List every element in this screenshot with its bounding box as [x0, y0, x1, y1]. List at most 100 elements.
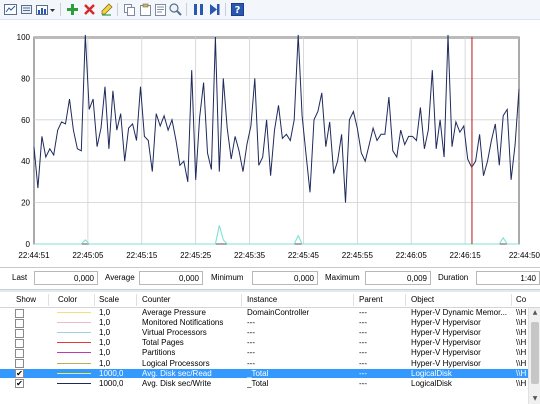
column-instance[interactable]: Instance — [247, 295, 277, 304]
counter-name: Average Pressure — [142, 308, 206, 317]
column-scale[interactable]: Scale — [99, 295, 119, 304]
counter-instance: --- — [247, 328, 255, 338]
help-icon: ? — [231, 3, 244, 16]
counter-computer: \\H — [516, 308, 527, 317]
graph-type-icon — [36, 5, 55, 15]
counter-scale: 1000,0 — [99, 368, 124, 378]
scroll-up-icon[interactable]: ▲ — [529, 308, 540, 318]
column-color[interactable]: Color — [58, 295, 77, 304]
view-graph-button[interactable] — [3, 2, 18, 17]
maximum-value: 0,009 — [365, 271, 431, 285]
counter-row[interactable]: 1,0 Average Pressure DomainController --- Hy… — [0, 308, 528, 318]
minimum-label: Minimum — [211, 273, 244, 282]
counter-instance: --- — [247, 358, 255, 368]
properties-button[interactable] — [153, 2, 168, 17]
delete-x-icon — [84, 4, 95, 15]
show-checkbox[interactable]: ✔ — [15, 369, 24, 379]
statistics-bar: Last 0,000 Average 0,000 Minimum 0,000 M… — [0, 267, 540, 289]
paste-counter-list-button[interactable] — [138, 2, 153, 17]
counter-parent: --- — [359, 318, 367, 328]
counter-color-swatch — [57, 382, 91, 384]
vertical-scrollbar[interactable]: ▲ ▼ — [528, 308, 540, 404]
performance-graph[interactable]: 100 80 60 40 20 0 22:44:51 22:45:05 22:45:15 22:4… — [0, 20, 540, 267]
update-data-button[interactable] — [207, 2, 222, 17]
counter-color-swatch — [57, 372, 91, 374]
show-checkbox[interactable]: ✔ — [15, 379, 24, 389]
counter-row[interactable]: 1,0 Monitored Notifications --- --- Hyper-V … — [0, 318, 528, 328]
paste-icon — [140, 3, 151, 16]
show-checkbox[interactable] — [15, 338, 24, 348]
pause-icon — [194, 4, 203, 15]
duration-value: 1:40 — [476, 271, 540, 285]
scroll-down-icon[interactable]: ▼ — [529, 394, 540, 404]
counter-instance: _Total — [247, 368, 269, 378]
copy-icon — [124, 4, 135, 16]
help-button[interactable]: ? — [230, 2, 245, 17]
clear-display-button[interactable] — [19, 2, 34, 17]
counter-name: Monitored Notifications — [142, 318, 224, 328]
delete-counter-button[interactable] — [82, 2, 97, 17]
x-tick-label: 22:44:50 — [509, 251, 540, 260]
counter-parent: --- — [359, 358, 367, 368]
counter-computer: \\H — [516, 368, 527, 378]
counter-name: Avg. Disk sec/Write — [142, 378, 212, 388]
x-tick-label: 22:44:51 — [18, 251, 50, 260]
add-counter-button[interactable] — [65, 2, 80, 17]
highlight-button[interactable] — [99, 2, 114, 17]
x-tick-label: 22:46:15 — [450, 251, 482, 260]
counter-instance: DomainController — [247, 308, 310, 317]
counter-instance: _Total — [247, 378, 269, 388]
y-tick-label: 100 — [17, 33, 31, 42]
show-checkbox[interactable] — [15, 359, 24, 368]
freeze-display-button[interactable] — [191, 2, 206, 17]
column-object[interactable]: Object — [411, 295, 434, 304]
counter-row[interactable]: 1,0 Partitions --- --- Hyper-V Hypervisor \\H — [0, 348, 528, 358]
counter-row[interactable]: ✔ 1000,0 Avg. Disk sec/Read _Total --- Logica… — [0, 368, 528, 379]
minimum-value: 0,000 — [252, 271, 318, 285]
counter-row[interactable]: 1,0 Total Pages --- --- Hyper-V Hypervisor \\… — [0, 338, 528, 348]
counter-name: Partitions — [142, 348, 176, 358]
plot-top-border — [34, 36, 519, 39]
last-label: Last — [12, 273, 28, 282]
x-tick-label: 22:45:45 — [288, 251, 320, 260]
counter-parent: --- — [359, 328, 367, 338]
counter-row[interactable]: 1,0 Logical Processors --- --- Hyper-V Hyper… — [0, 358, 528, 368]
counter-color-swatch — [57, 322, 91, 324]
counter-object: Hyper-V Hypervisor — [411, 338, 481, 348]
counter-computer: \\H — [516, 358, 527, 368]
zoom-button[interactable] — [168, 2, 183, 17]
counter-object: Hyper-V Hypervisor — [411, 328, 481, 338]
show-checkbox[interactable] — [15, 348, 24, 358]
column-counter[interactable]: Counter — [142, 295, 170, 304]
counter-row[interactable]: ✔ 1000,0 Avg. Disk sec/Write _Total --- Logic… — [0, 379, 528, 389]
y-tick-label: 80 — [21, 74, 30, 83]
counter-object: Hyper-V Hypervisor — [411, 358, 481, 368]
show-checkbox[interactable] — [15, 318, 24, 328]
scroll-thumb[interactable] — [531, 322, 539, 384]
column-computer[interactable]: Co — [516, 295, 526, 304]
counter-scale: 1,0 — [99, 348, 111, 358]
duration-label: Duration — [438, 273, 469, 282]
counter-row[interactable]: 1,0 Virtual Processors --- --- Hyper-V Hyper… — [0, 328, 528, 338]
counter-instance: --- — [247, 318, 255, 328]
counter-scale: 1,0 — [99, 328, 111, 338]
counter-color-swatch — [57, 362, 91, 364]
column-parent[interactable]: Parent — [359, 295, 383, 304]
properties-icon — [155, 4, 166, 16]
change-graph-type-button[interactable] — [35, 2, 57, 17]
copy-properties-button[interactable] — [122, 2, 137, 17]
counter-scale: 1000,0 — [99, 378, 124, 388]
counter-parent: --- — [359, 348, 367, 358]
counter-computer: \\H — [516, 318, 527, 328]
counter-list-header: Show Color Scale Counter Instance Parent… — [0, 292, 540, 308]
x-tick-label: 22:45:25 — [180, 251, 212, 260]
average-value: 0,000 — [139, 271, 203, 285]
counter-instance: --- — [247, 338, 255, 348]
counter-list: Show Color Scale Counter Instance Parent… — [0, 292, 540, 404]
zoom-icon — [169, 3, 182, 16]
show-checkbox[interactable] — [15, 308, 24, 318]
show-checkbox[interactable] — [15, 328, 24, 338]
counter-scale: 1,0 — [99, 308, 111, 317]
toolbar: ? — [0, 0, 540, 20]
column-show[interactable]: Show — [16, 295, 36, 304]
